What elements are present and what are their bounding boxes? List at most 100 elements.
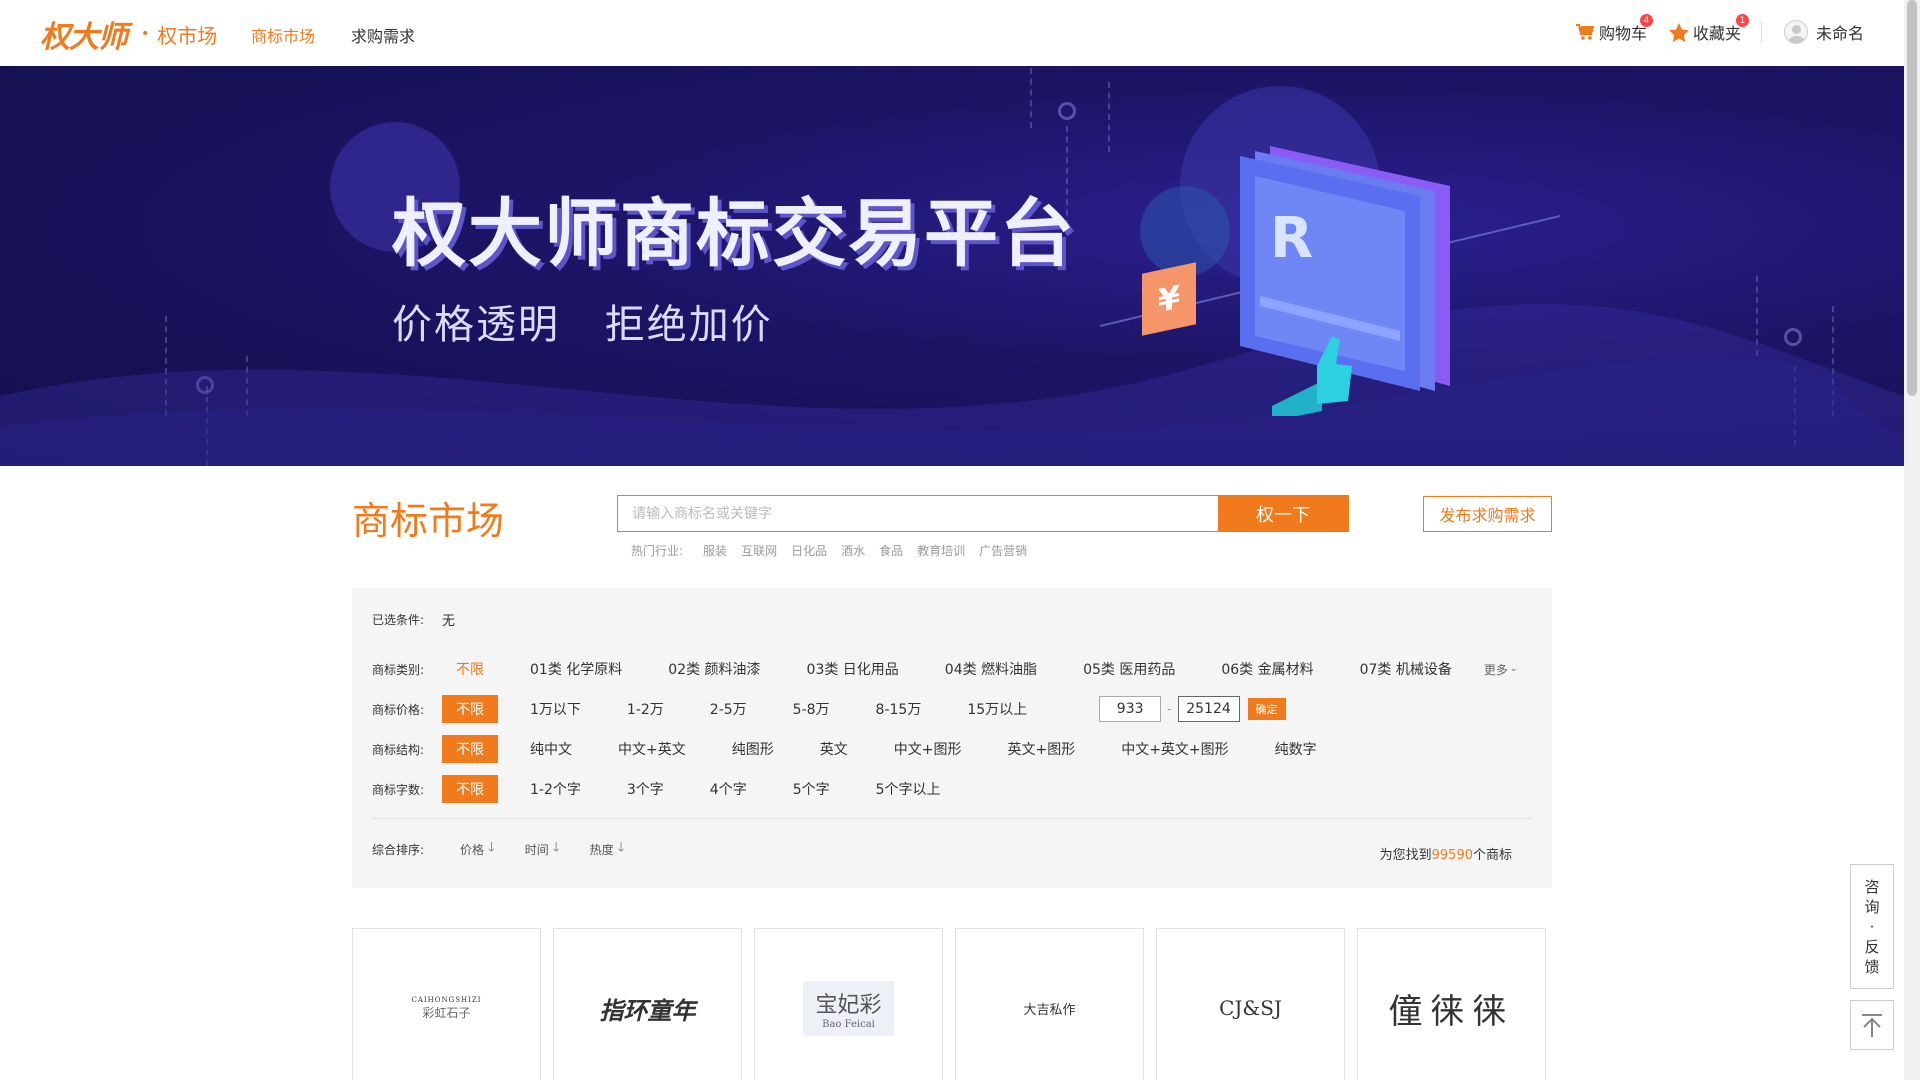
result-suffix: 个商标 (1472, 848, 1512, 863)
category-option-any[interactable]: 不限 (442, 655, 498, 683)
logo-line1: 僮徕徕 (1388, 991, 1515, 1032)
search-input[interactable] (618, 496, 1218, 531)
structure-option[interactable]: 中文+英文 (604, 735, 700, 763)
category-more-button[interactable]: 更多 ⌄ (1470, 655, 1532, 683)
nav-purchase-demand[interactable]: 求购需求 (351, 23, 415, 47)
hot-item[interactable]: 互联网 (741, 542, 777, 559)
structure-option[interactable]: 纯数字 (1261, 735, 1331, 763)
hot-item[interactable]: 酒水 (841, 542, 865, 559)
structure-option[interactable]: 中文+图形 (880, 735, 976, 763)
publish-demand-button[interactable]: 发布求购需求 (1423, 496, 1552, 532)
price-option[interactable]: 2-5万 (696, 695, 761, 723)
trademark-card[interactable]: CJ&SJ (1156, 928, 1345, 1080)
sort-row: 综合排序: 价格 🡓 时间 🡓 热度 🡓 (372, 838, 654, 860)
length-option-any[interactable]: 不限 (442, 775, 498, 803)
page-scrollbar[interactable] (1904, 0, 1920, 1080)
price-confirm-button[interactable]: 确定 (1247, 698, 1286, 720)
search-button[interactable]: 权一下 (1218, 496, 1348, 531)
cart-link[interactable]: 购物车 4 (1575, 14, 1653, 44)
trademark-logo: CAIHONGSHIZI 彩虹石子 (411, 996, 481, 1021)
category-option[interactable]: 06类 金属材料 (1207, 655, 1327, 683)
sort-by-popularity[interactable]: 热度 🡓 (590, 838, 625, 860)
structure-option[interactable]: 纯图形 (718, 735, 788, 763)
selected-conditions-row: 已选条件: 无 (372, 610, 455, 629)
arrow-down-icon: 🡓 (488, 840, 495, 855)
category-option[interactable]: 03类 日化用品 (793, 655, 913, 683)
selected-label: 已选条件: (372, 613, 425, 627)
length-option[interactable]: 1-2个字 (516, 775, 595, 803)
avatar (1783, 20, 1808, 44)
yen-card: ¥ (1142, 262, 1196, 336)
price-max-input[interactable]: 25124 (1177, 696, 1240, 722)
filter-panel: 已选条件: 无 商标类别: 不限 01类 化学原料 02类 颜料油漆 03类 日… (352, 588, 1552, 888)
trademark-card[interactable]: CAIHONGSHIZI 彩虹石子 (352, 928, 541, 1080)
price-option[interactable]: 5-8万 (779, 695, 844, 723)
arrow-down-icon: 🡓 (617, 840, 625, 855)
price-option[interactable]: 15万以上 (953, 695, 1041, 723)
hot-item[interactable]: 教育培训 (917, 542, 965, 559)
banner-sub-right: 拒绝加价 (604, 302, 773, 348)
category-option[interactable]: 01类 化学原料 (516, 655, 636, 683)
selected-value: 无 (442, 614, 456, 629)
banner-title: 权大师商标交易平台 (392, 191, 1076, 277)
chevron-down-icon: ⌄ (1509, 664, 1518, 674)
favorites-badge: 1 (1735, 14, 1749, 27)
structure-option[interactable]: 纯中文 (516, 735, 586, 763)
sort-popularity-label: 热度 (589, 842, 614, 857)
arrow-up-icon (1862, 1014, 1882, 1037)
hot-label: 热门行业: (631, 544, 684, 558)
length-option[interactable]: 5个字以上 (862, 775, 955, 803)
category-option[interactable]: 04类 燃料油脂 (931, 655, 1051, 683)
category-label: 商标类别: (372, 662, 425, 677)
category-option[interactable]: 02类 颜料油漆 (654, 655, 774, 683)
price-option[interactable]: 8-15万 (862, 695, 936, 723)
hot-item[interactable]: 服装 (703, 542, 727, 559)
category-option[interactable]: 07类 机械设备 (1346, 655, 1466, 683)
sort-by-time[interactable]: 时间 🡓 (525, 838, 560, 860)
user-menu[interactable]: 未命名 (1783, 20, 1864, 44)
scrollbar-thumb[interactable] (1907, 0, 1917, 396)
price-option-any[interactable]: 不限 (442, 695, 498, 723)
result-number: 99590 (1431, 848, 1473, 863)
category-option[interactable]: 05类 医用药品 (1069, 655, 1189, 683)
favorites-label: 收藏夹 (1692, 24, 1741, 43)
structure-option[interactable]: 英文 (806, 735, 862, 763)
cart-icon (1575, 24, 1595, 40)
trademark-card[interactable]: 宝妃彩 Bao Feicai (754, 928, 943, 1080)
sort-by-price[interactable]: 价格 🡓 (460, 838, 495, 860)
hot-item[interactable]: 日化品 (791, 542, 827, 559)
main-nav: 商标市场 求购需求 (251, 23, 415, 47)
range-dash: - (1167, 702, 1172, 716)
hot-item[interactable]: 广告营销 (979, 542, 1027, 559)
nav-trademark-market[interactable]: 商标市场 (251, 23, 315, 47)
logo-dot: • (141, 26, 150, 42)
consult-char: 馈 (1864, 957, 1880, 976)
header-actions: 购物车 4 收藏夹 1 未命名 (1575, 14, 1864, 44)
trademark-logo: 僮徕徕 (1389, 984, 1515, 1033)
trademark-card[interactable]: 指环童年 (553, 928, 742, 1080)
structure-option[interactable]: 中文+英文+图形 (1107, 735, 1242, 763)
trademark-illustration-icon (1240, 146, 1450, 391)
hot-item[interactable]: 食品 (879, 542, 903, 559)
logo-line1: CJ&SJ (1219, 996, 1282, 1020)
trademark-card[interactable]: 大吉私作 (955, 928, 1144, 1080)
star-icon (1668, 22, 1689, 42)
trademark-card[interactable]: 僮徕徕 (1357, 928, 1546, 1080)
length-option[interactable]: 3个字 (613, 775, 678, 803)
price-option[interactable]: 1万以下 (516, 695, 595, 723)
favorites-link[interactable]: 收藏夹 1 (1668, 14, 1749, 44)
cart-badge: 4 (1639, 14, 1653, 27)
hero-banner[interactable]: 权大师商标交易平台 价格透明 拒绝加价 R ¥ (0, 66, 1904, 466)
sort-price-label: 价格 (460, 842, 485, 857)
consult-char: · (1869, 917, 1875, 936)
price-option[interactable]: 1-2万 (613, 695, 678, 723)
length-option[interactable]: 4个字 (696, 775, 761, 803)
result-prefix: 为您找到 (1379, 848, 1432, 863)
back-to-top-button[interactable] (1850, 1000, 1894, 1050)
length-option[interactable]: 5个字 (779, 775, 844, 803)
consult-feedback-button[interactable]: 咨 询 · 反 馈 (1850, 864, 1894, 989)
site-logo[interactable]: 权大师 • 权市场 (40, 12, 217, 56)
price-min-input[interactable]: 933 (1099, 696, 1162, 722)
structure-option-any[interactable]: 不限 (442, 735, 498, 763)
structure-option[interactable]: 英文+图形 (993, 735, 1089, 763)
